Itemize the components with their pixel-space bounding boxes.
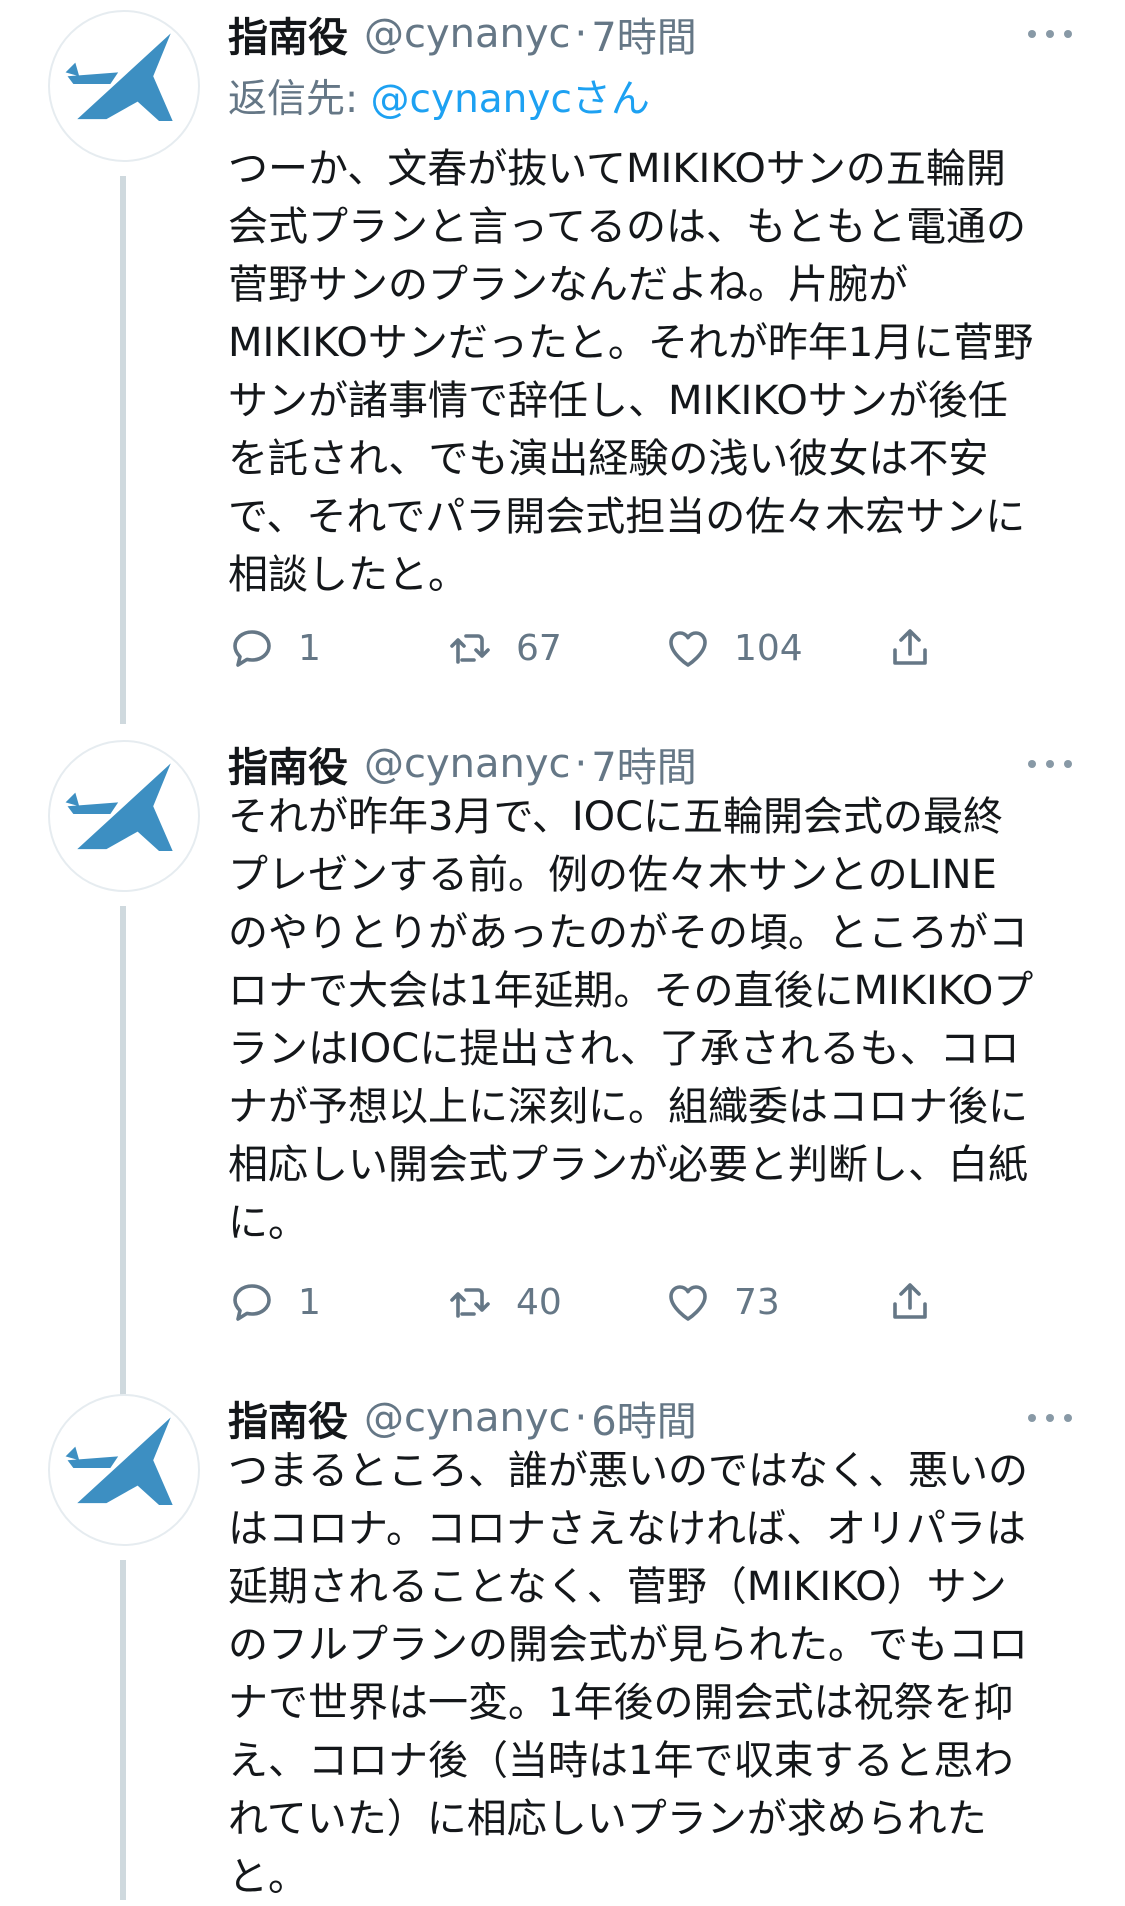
text-line: つーか、文春が抜いてMIKIKOサンの五輪開 (228, 146, 1006, 192)
tweet-header: 指南役 @cynanyc · 6時間 (228, 1390, 697, 1446)
reply-button[interactable]: 1 (228, 1272, 321, 1332)
text-line: ランはIOCに提出され、了承されるも、コロ (228, 1026, 1020, 1072)
tweet-text: つまるところ、誰が悪いのではなく、悪いの はコロナ。コロナさえなければ、オリパラ… (228, 1442, 1088, 1906)
text-line: に。 (228, 1200, 308, 1246)
text-line: 相談したと。 (228, 552, 468, 598)
separator: · (574, 11, 588, 57)
retweet-count: 67 (516, 627, 562, 669)
tweet-header: 指南役 @cynanyc · 7時間 (228, 736, 697, 792)
like-count: 73 (734, 1281, 780, 1323)
reply-button[interactable]: 1 (228, 618, 321, 678)
text-line: ロナで大会は1年延期。その直後にMIKIKOプ (228, 968, 1034, 1014)
text-line: 会式プランと言ってるのは、もともと電通の (228, 204, 1026, 250)
more-dots-icon[interactable] (1028, 1411, 1072, 1425)
share-icon (893, 1283, 927, 1319)
text-line: れていた）に相応しいプランが求められた (228, 1796, 987, 1842)
retweet-icon (450, 1288, 490, 1318)
thread-line (120, 176, 126, 724)
reply-bubble-icon (233, 630, 271, 667)
thread-line (120, 1560, 126, 1900)
reply-count: 1 (298, 1281, 321, 1323)
user-handle[interactable]: @cynanyc (364, 1395, 571, 1441)
display-name[interactable]: 指南役 (228, 735, 348, 793)
reply-to-label: 返信先: (228, 77, 371, 122)
tweet-text: それが昨年3月で、IOCに五輪開会式の最終 プレゼンする前。例の佐々木サンとのL… (228, 788, 1088, 1252)
text-line: ナが予想以上に深刻に。組織委はコロナ後に (228, 1084, 1028, 1130)
share-button[interactable] (886, 1272, 934, 1332)
reply-to: 返信先: @cynanycさん (228, 68, 650, 124)
text-line: 延期されることなく、菅野（MIKIKO）サン (228, 1564, 1007, 1610)
avatar[interactable] (48, 10, 200, 162)
text-line: つまるところ、誰が悪いのではなく、悪いの (228, 1448, 1028, 1494)
share-button[interactable] (886, 618, 934, 678)
retweet-icon (450, 634, 490, 664)
text-line: 菅野サンのプランなんだよね。片腕が (228, 262, 908, 308)
timestamp[interactable]: 6時間 (591, 1389, 696, 1447)
user-handle[interactable]: @cynanyc (364, 11, 571, 57)
action-bar: 1 40 73 (228, 1272, 1088, 1332)
text-line: を託され、でも演出経験の浅い彼女は不安 (228, 436, 989, 482)
paper-plane-logo-icon (65, 1417, 173, 1506)
share-icon (893, 629, 927, 665)
text-line: のフルプランの開会式が見られた。でもコロ (228, 1622, 1028, 1668)
more-dots-icon[interactable] (1028, 27, 1072, 41)
action-bar: 1 67 104 (228, 618, 1088, 678)
reply-count: 1 (298, 627, 321, 669)
like-button[interactable]: 104 (664, 618, 803, 678)
like-count: 104 (734, 627, 803, 669)
text-line: はコロナ。コロナさえなければ、オリパラは (228, 1506, 1026, 1552)
separator: · (574, 1395, 588, 1441)
more-dots-icon[interactable] (1028, 757, 1072, 771)
text-line: で、それでパラ開会式担当の佐々木宏サンに (228, 494, 1026, 540)
reply-bubble-icon (233, 1284, 271, 1321)
paper-plane-logo-icon (65, 763, 173, 852)
text-line: のやりとりがあったのがその頃。ところがコ (228, 910, 1028, 956)
like-button[interactable]: 73 (664, 1272, 780, 1332)
text-line: え、コロナ後（当時は1年で収束すると思わ (228, 1738, 1014, 1784)
retweet-button[interactable]: 40 (446, 1272, 562, 1332)
heart-icon (669, 631, 707, 667)
tweet-header: 指南役 @cynanyc · 7時間 (228, 6, 697, 62)
retweet-button[interactable]: 67 (446, 618, 562, 678)
tweet-text: つーか、文春が抜いてMIKIKOサンの五輪開 会式プランと言ってるのは、もともと… (228, 140, 1088, 604)
reply-to-mention[interactable]: @cynanycさん (371, 77, 650, 122)
display-name[interactable]: 指南役 (228, 1389, 348, 1447)
timestamp[interactable]: 7時間 (591, 735, 696, 793)
separator: · (574, 741, 588, 787)
text-line: MIKIKOサンだったと。それが昨年1月に菅野 (228, 320, 1034, 366)
paper-plane-logo-icon (65, 33, 173, 122)
text-line: サンが諸事情で辞任し、MIKIKOサンが後任 (228, 378, 1008, 424)
heart-icon (669, 1285, 707, 1321)
text-line: ナで世界は一変。1年後の開会式は祝祭を抑 (228, 1680, 1014, 1726)
text-line: それが昨年3月で、IOCに五輪開会式の最終 (228, 794, 1004, 840)
display-name[interactable]: 指南役 (228, 5, 348, 63)
avatar[interactable] (48, 1394, 200, 1546)
avatar[interactable] (48, 740, 200, 892)
text-line: 相応しい開会式プランが必要と判断し、白紙 (228, 1142, 1028, 1188)
text-line: と。 (228, 1854, 308, 1900)
text-line: プレゼンする前。例の佐々木サンとのLINE (228, 852, 997, 898)
retweet-count: 40 (516, 1281, 562, 1323)
timestamp[interactable]: 7時間 (591, 5, 696, 63)
user-handle[interactable]: @cynanyc (364, 741, 571, 787)
thread-line (120, 906, 126, 1454)
